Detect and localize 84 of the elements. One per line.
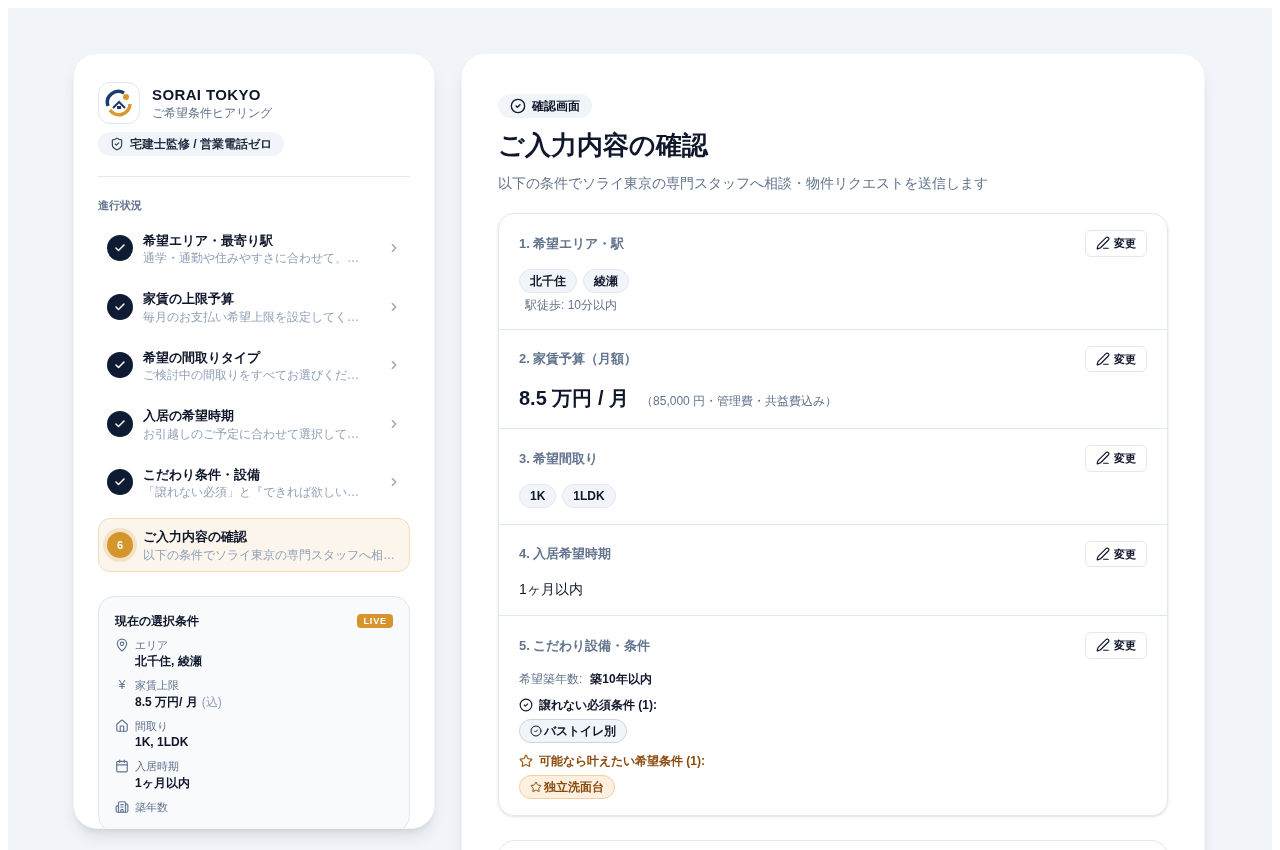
edit-button[interactable]: 変更 [1085,540,1147,567]
pencil-icon [1096,236,1110,251]
summary-title: 現在の選択条件 [115,612,199,629]
pencil-icon [1096,351,1110,366]
step-title: 希望エリア・最寄り駅 [143,231,274,250]
summary-value: 北千住, 綾瀬 [135,653,202,669]
summary-label: 間取り [135,718,168,734]
page-subtitle: 以下の条件でソライ東京の専門スタッフへ相談・物件リクエストを送信します [498,174,989,193]
summary-value: 1ヶ月以内 [135,774,190,791]
edit-button[interactable]: 変更 [1085,230,1147,257]
calendar-icon [115,759,129,774]
progress-step[interactable]: 入居の希望時期 お引越しのご予定に合わせて選択して… [98,401,410,447]
summary-value: 1K, 1LDK [135,734,189,750]
step-description: 毎月のお支払い希望上限を設定してく… [143,308,360,325]
check-circle-icon [510,98,526,114]
location-pin-icon [115,637,129,652]
price-note: （85,000 円・管理費・共益費込み） [641,393,838,409]
summary-label: 築年数 [135,799,168,815]
yen-icon: ¥ [115,677,129,694]
tag: 北千住 [519,268,577,293]
tag: 独立洗面台 [519,774,615,799]
age-label: 希望築年数: [519,670,583,687]
brand-name: SORAI TOKYO [152,85,262,105]
progress-step[interactable]: 希望エリア・最寄り駅 通学・通勤や住みやすさに合わせて、… [98,225,410,271]
step-title: ご入力内容の確認 [143,528,248,546]
step-title: 希望の間取りタイプ [143,348,262,367]
live-badge: LIVE [357,613,393,628]
shield-icon [110,137,124,151]
summary-note: (込) [201,693,222,710]
tag: 綾瀬 [583,268,629,293]
step-title: こだわり条件・設備 [143,465,261,484]
age-value: 築10年以内 [590,670,652,687]
star-icon [519,753,533,768]
building-icon [115,799,129,814]
pencil-icon [1096,638,1110,653]
tag: バストイレ別 [519,718,627,743]
section-title: 4. 入居希望時期 [519,545,612,563]
section-title: 1. 希望エリア・駅 [519,234,625,253]
section-value: 1ヶ月以内 [519,580,584,599]
section-title: 2. 家賃予算（月額） [519,350,638,368]
tag: 1K [519,483,557,508]
summary-value: 8.5 万円/ 月 [135,693,198,710]
step-description: 通学・通勤や住みやすさに合わせて、… [143,250,360,266]
pencil-icon [1096,451,1110,466]
edit-button[interactable]: 変更 [1085,345,1147,372]
edit-button[interactable]: 変更 [1085,445,1147,472]
progress-step[interactable]: 家賃の上限予算 毎月のお支払い希望上限を設定してく… [98,284,410,330]
check-circle-icon [530,724,542,737]
star-icon [530,780,542,793]
step-description: ご検討中の間取りをすべてお選びくだ… [143,367,360,383]
progress-step[interactable]: 希望の間取りタイプ ご検討中の間取りをすべてお選びくだ… [98,342,410,388]
pencil-icon [1096,546,1110,561]
check-icon [107,469,133,496]
brand-subtitle: ご希望条件ヒアリング [152,105,272,121]
step-title: 入居の希望時期 [143,407,235,425]
condition-group-label: 可能なら叶えたい希望条件 (1): [539,752,705,769]
tag: 1LDK [562,483,616,508]
screen-badge-text: 確認画面 [532,98,580,114]
check-icon [107,352,133,379]
check-icon [107,410,133,437]
price-value: 8.5 万円 / 月 [519,386,630,411]
house-icon [115,718,129,733]
summary-label: 家賃上限 [135,678,179,693]
edit-button[interactable]: 変更 [1085,632,1147,659]
progress-label: 進行状況 [98,198,143,213]
logo-icon [98,82,140,124]
page-title: ご入力内容の確認 [498,129,710,162]
progress-step[interactable]: こだわり条件・設備 「譲れない必須」と『できれば欲しい… [98,459,410,505]
summary-label: 入居時期 [135,759,179,774]
trust-badge-text: 宅建士監修 / 営業電話ゼロ [130,136,272,152]
progress-step[interactable]: 6 ご入力内容の確認 以下の条件でソライ東京の専門スタッフへ相… [98,518,410,572]
step-title: 家賃の上限予算 [143,290,235,308]
section-title: 5. こだわり設備・条件 [519,636,651,655]
condition-group-label: 譲れない必須条件 (1): [539,696,657,713]
check-circle-icon [519,697,533,712]
check-icon [107,293,133,320]
step-number: 6 [107,531,133,558]
summary-label: エリア [135,637,168,653]
step-description: 以下の条件でソライ東京の専門スタッフへ相… [143,546,396,563]
section-note: 駅徒歩: 10分以内 [524,296,618,313]
check-icon [107,235,133,262]
step-description: お引越しのご予定に合わせて選択して… [143,425,360,442]
section-title: 3. 希望間取り [519,449,599,468]
step-description: 「譲れない必須」と『できれば欲しい… [143,484,360,500]
